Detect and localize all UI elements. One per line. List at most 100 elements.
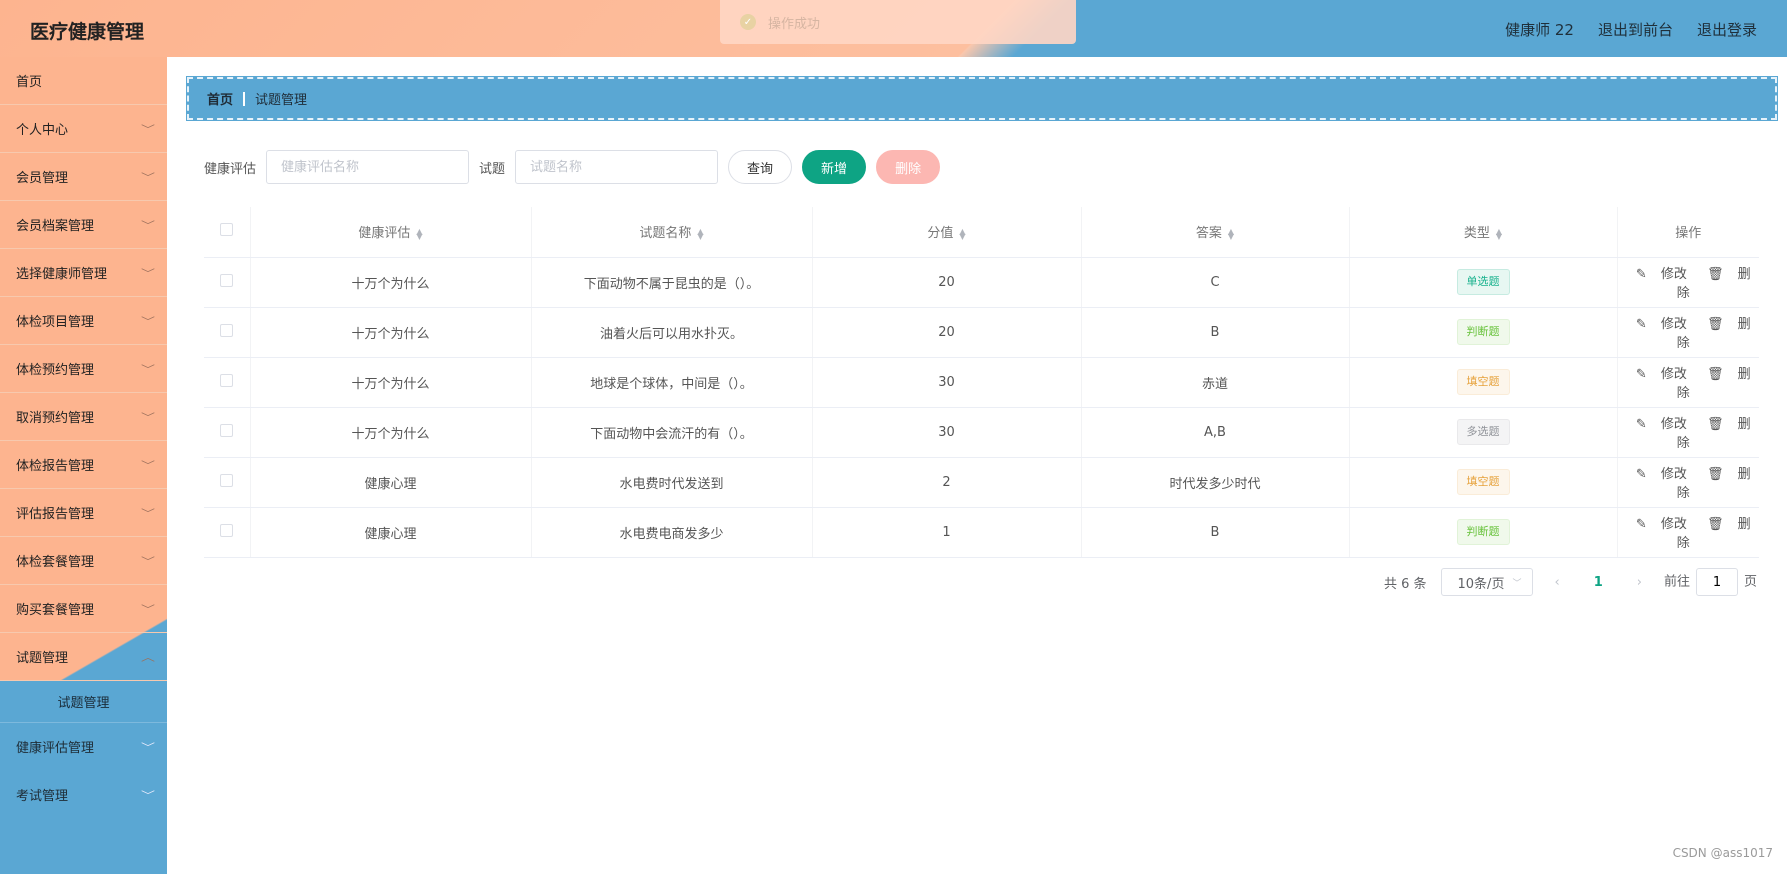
sidebar-item[interactable]: 个人中心 ﹀ (0, 105, 167, 153)
page-number[interactable]: 1 (1582, 575, 1615, 590)
chevron-down-icon: ﹀ (141, 461, 155, 472)
table-row: 十万个为什么 油着火后可以用水扑灭。 20 B 判断题 ✎ 修改 🗑 删除 (204, 307, 1759, 358)
select-all-checkbox[interactable] (220, 223, 234, 237)
pagination: 共 6 条 10条/页 ﹀ ‹ 1 › 前往页 (1384, 568, 1757, 596)
cell-question-name: 水电费时代发送到 (530, 457, 812, 508)
main-content: 首页 试题管理 健康评估 试题 查询 新增 删除 健康评估▲▼ 试题名称▲▼ 分… (167, 57, 1787, 874)
cell-type: 填空题 (1348, 457, 1617, 508)
chevron-down-icon: ﹀ (141, 125, 155, 136)
sort-icon[interactable]: ▲ ▼ (1496, 227, 1502, 240)
user-name: 健康师 22 (1505, 21, 1574, 39)
toast-message: 操作成功 (768, 16, 821, 32)
cell-assessment: 十万个为什么 (249, 407, 531, 458)
cell-assessment: 健康心理 (249, 457, 531, 508)
edit-button[interactable]: ✎ 修改 (1631, 267, 1692, 282)
sidebar-item[interactable]: 首页 (0, 57, 167, 105)
edit-button[interactable]: ✎ 修改 (1631, 317, 1692, 332)
sidebar-item[interactable]: 体检预约管理 ﹀ (0, 345, 167, 393)
chevron-down-icon: ﹀ (141, 557, 155, 568)
sidebar-item[interactable]: 试题管理 ︿ (0, 633, 167, 681)
edit-button[interactable]: ✎ 修改 (1631, 367, 1692, 382)
row-checkbox[interactable] (220, 323, 234, 337)
table-header-row: 健康评估 ▲ ▼ 试题名称 ▲ ▼ 分值 ▲ ▼ 答案 ▲ ▼ 类型 ▲ ▼ 操作 (204, 207, 1759, 258)
cell-assessment: 十万个为什么 (249, 357, 531, 408)
query-button[interactable]: 查询 (728, 150, 793, 184)
sidebar-item-label: 首页 (16, 75, 43, 90)
add-button[interactable]: 新增 (802, 150, 867, 184)
sidebar-item[interactable]: 体检项目管理 ﹀ (0, 297, 167, 345)
header-score[interactable]: 分值 ▲ ▼ (811, 207, 1081, 258)
trash-icon: 🗑 (1706, 517, 1724, 532)
app-title: 医疗健康管理 (30, 21, 145, 43)
chevron-down-icon: ﹀ (141, 509, 155, 520)
sort-icon[interactable]: ▲ ▼ (416, 227, 422, 240)
cell-score: 1 (811, 507, 1081, 558)
header-type[interactable]: 类型 ▲ ▼ (1348, 207, 1617, 258)
cell-score: 20 (811, 307, 1081, 358)
cell-question-name: 水电费电商发多少 (530, 507, 812, 558)
sort-icon[interactable]: ▲ ▼ (697, 227, 703, 240)
cell-answer: B (1080, 507, 1349, 558)
sort-icon[interactable]: ▲ ▼ (1228, 227, 1234, 240)
header-question-name[interactable]: 试题名称 ▲ ▼ (530, 207, 812, 258)
cell-score: 20 (811, 257, 1081, 308)
sidebar-item[interactable]: 取消预约管理 ﹀ (0, 393, 167, 441)
sidebar-item-label: 试题管理 (16, 651, 69, 666)
row-checkbox[interactable] (220, 273, 234, 287)
edit-icon: ✎ (1635, 467, 1647, 482)
search-bar: 健康评估 试题 查询 新增 删除 (204, 150, 941, 184)
page-size-select[interactable]: 10条/页 ﹀ (1440, 568, 1533, 596)
success-toast: ✓ 操作成功 (720, 0, 1076, 44)
breadcrumb-separator (243, 91, 246, 106)
row-checkbox[interactable] (220, 473, 234, 487)
sidebar-item[interactable]: 购买套餐管理 ﹀ (0, 585, 167, 633)
cell-actions: ✎ 修改 🗑 删除 (1616, 407, 1759, 458)
sidebar-item-label: 考试管理 (16, 789, 69, 804)
next-page-button[interactable]: › (1629, 575, 1650, 590)
sidebar-item[interactable]: 会员管理 ﹀ (0, 153, 167, 201)
batch-delete-button[interactable]: 删除 (876, 150, 941, 184)
sidebar-item[interactable]: 体检套餐管理 ﹀ (0, 537, 167, 585)
logout-link[interactable]: 退出登录 (1697, 19, 1757, 40)
cell-type: 填空题 (1348, 357, 1617, 408)
question-name-input[interactable] (515, 150, 719, 184)
row-checkbox[interactable] (220, 523, 234, 537)
edit-button[interactable]: ✎ 修改 (1631, 417, 1692, 432)
row-checkbox[interactable] (220, 373, 234, 387)
sort-icon[interactable]: ▲ ▼ (959, 227, 965, 240)
sidebar-item-label: 体检项目管理 (16, 315, 95, 330)
back-to-front-link[interactable]: 退出到前台 (1598, 19, 1673, 40)
edit-button[interactable]: ✎ 修改 (1631, 517, 1692, 532)
chevron-down-icon: ﹀ (141, 173, 155, 184)
sidebar-item[interactable]: 选择健康师管理 ﹀ (0, 249, 167, 297)
sidebar-item[interactable]: 体检报告管理 ﹀ (0, 441, 167, 489)
assessment-label: 健康评估 (204, 161, 257, 177)
chevron-down-icon: ﹀ (141, 365, 155, 376)
sidebar-item-label: 选择健康师管理 (16, 267, 108, 282)
edit-icon: ✎ (1635, 367, 1647, 382)
sidebar-item[interactable]: 评估报告管理 ﹀ (0, 489, 167, 537)
row-select-cell (204, 507, 250, 558)
top-nav: 健康师 22 退出到前台 退出登录 (1505, 19, 1757, 40)
sidebar-subitem[interactable]: 试题管理 (0, 681, 167, 723)
sidebar-item[interactable]: 会员档案管理 ﹀ (0, 201, 167, 249)
edit-icon: ✎ (1635, 417, 1647, 432)
prev-page-button[interactable]: ‹ (1547, 575, 1568, 590)
cell-actions: ✎ 修改 🗑 删除 (1616, 357, 1759, 408)
header-assessment[interactable]: 健康评估 ▲ ▼ (249, 207, 531, 258)
cell-type: 判断题 (1348, 307, 1617, 358)
header-answer[interactable]: 答案 ▲ ▼ (1080, 207, 1349, 258)
sidebar-item[interactable]: 考试管理 ﹀ (0, 771, 167, 819)
row-checkbox[interactable] (220, 423, 234, 437)
assessment-name-input[interactable] (266, 150, 470, 184)
trash-icon: 🗑 (1706, 417, 1724, 432)
breadcrumb-home[interactable]: 首页 (207, 89, 233, 108)
edit-button[interactable]: ✎ 修改 (1631, 467, 1692, 482)
chevron-down-icon: ﹀ (1512, 578, 1522, 589)
goto-page-input[interactable] (1695, 568, 1738, 596)
edit-icon: ✎ (1635, 267, 1647, 282)
sidebar-item[interactable]: 健康评估管理 ﹀ (0, 723, 167, 771)
table-row: 健康心理 水电费时代发送到 2 时代发多少时代 填空题 ✎ 修改 🗑 删除 (204, 457, 1759, 508)
sidebar-item-label: 会员管理 (16, 171, 69, 186)
cell-question-name: 油着火后可以用水扑灭。 (530, 307, 812, 358)
